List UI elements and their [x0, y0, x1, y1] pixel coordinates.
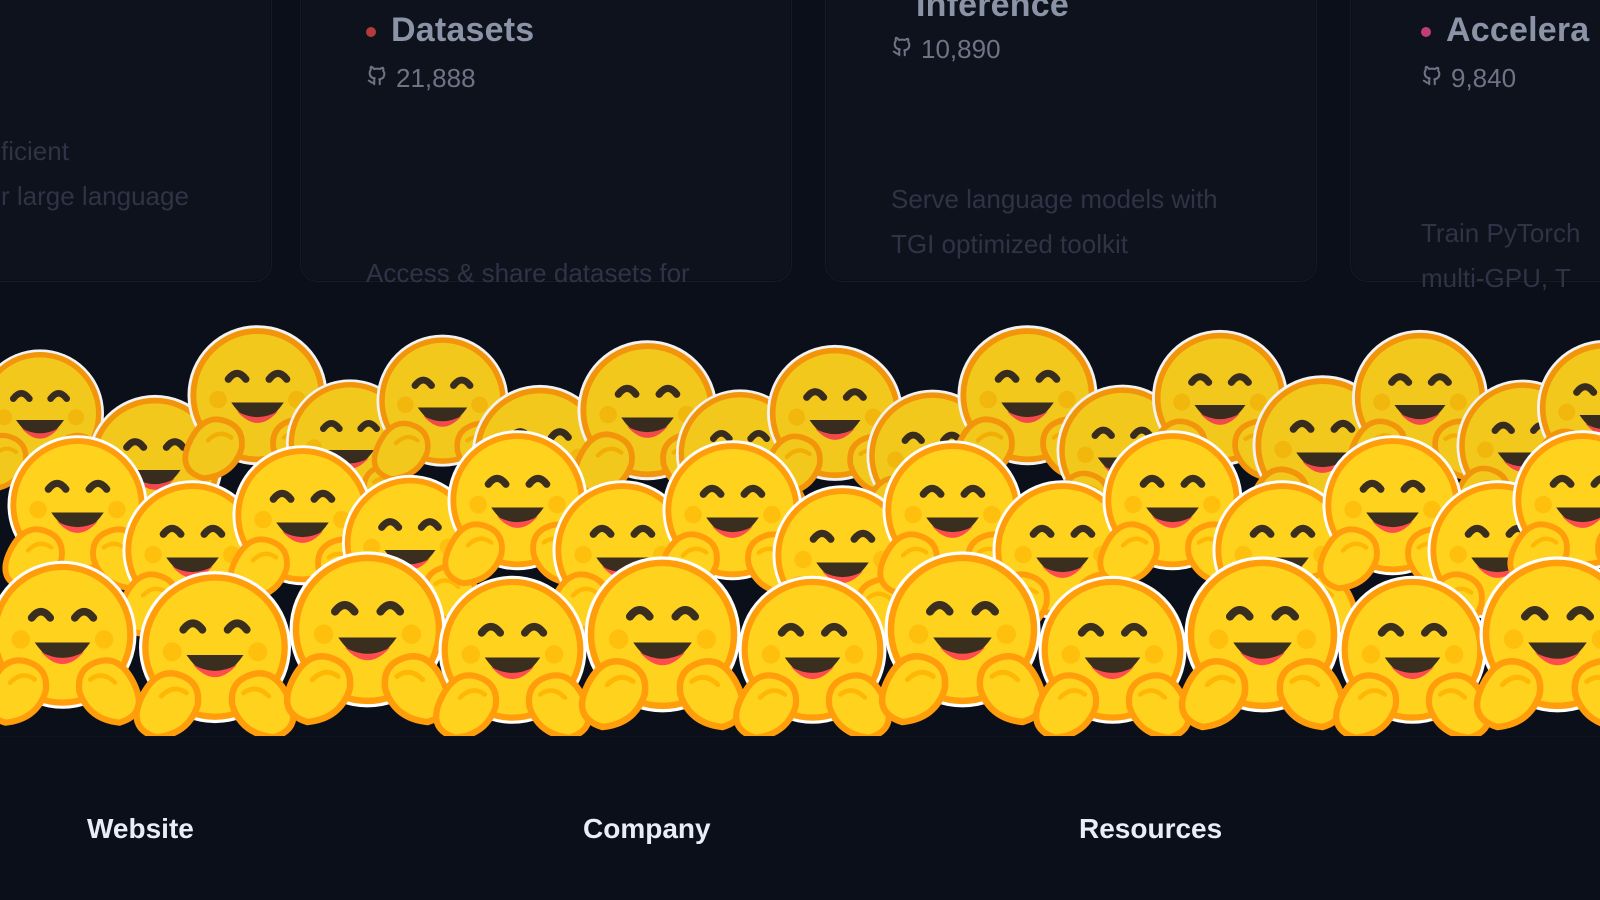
footer: Website Company Resources [0, 736, 1600, 900]
repo-title: Accelera [1446, 11, 1590, 49]
star-count: 21,888 [396, 63, 476, 93]
repo-card-0-desc-line-2: r large language [1, 181, 189, 211]
page: ficient r large language Datasets 21,888… [0, 0, 1600, 900]
repo-desc-line-1: Train PyTorch [1421, 218, 1581, 248]
github-icon [1421, 63, 1443, 94]
repo-stars: 10,890 [891, 34, 1001, 65]
footer-resources-title: Resources [1079, 813, 1223, 844]
repo-stars: 9,840 [1421, 63, 1516, 94]
repo-title: Datasets [391, 11, 535, 49]
repo-dot [366, 27, 376, 37]
repo-dot [1421, 27, 1431, 37]
github-icon [891, 34, 913, 65]
star-count: 9,840 [1451, 63, 1517, 93]
repo-card-accelerate[interactable]: Accelera 9,840 Train PyTorch multi-GPU, … [1350, 0, 1600, 293]
repo-desc-line-1: Serve language models with [891, 184, 1218, 214]
repo-card-datasets[interactable]: Datasets 21,888 Access & share datasets … [300, 0, 792, 288]
github-icon [366, 63, 388, 94]
repo-card-0-desc-line-1: ficient [1, 136, 69, 166]
hugging-face-emoji-pile [0, 260, 1600, 736]
hugging-face-icon [0, 260, 1600, 736]
repo-card-inference[interactable]: Inference 10,890 Serve language models w… [825, 0, 1317, 282]
repo-card-0[interactable]: ficient r large language [0, 0, 272, 282]
footer-company-title: Company [583, 813, 711, 844]
repo-title: Inference [916, 0, 1069, 24]
star-count: 10,890 [921, 34, 1001, 64]
footer-website-title: Website [87, 813, 194, 844]
repo-stars: 21,888 [366, 63, 476, 94]
